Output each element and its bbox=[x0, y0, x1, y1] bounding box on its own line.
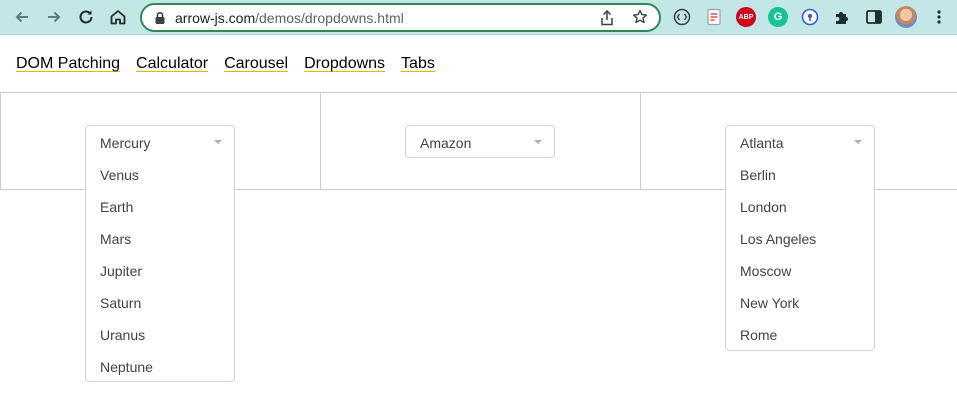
extension-password-icon[interactable] bbox=[800, 7, 820, 27]
demo-nav: DOM Patching Calculator Carousel Dropdow… bbox=[16, 55, 451, 77]
extension-code-icon[interactable] bbox=[672, 7, 692, 27]
reload-icon bbox=[79, 10, 93, 24]
back-button[interactable] bbox=[11, 6, 33, 28]
dropdown-option[interactable]: Rome bbox=[726, 318, 874, 350]
forward-button[interactable] bbox=[43, 6, 65, 28]
dropdown-option[interactable]: New York bbox=[726, 286, 874, 318]
adblock-icon[interactable]: ABP bbox=[736, 7, 756, 27]
lock-icon bbox=[154, 11, 166, 30]
address-bar[interactable]: arrow-js.com/demos/dropdowns.html bbox=[140, 3, 661, 32]
home-button[interactable] bbox=[107, 6, 129, 28]
dropdown-option[interactable]: Neptune bbox=[86, 350, 234, 382]
reload-button[interactable] bbox=[75, 6, 97, 28]
cities-dropdown[interactable]: Atlanta Berlin London Los Angeles Moscow… bbox=[725, 125, 875, 351]
share-icon[interactable] bbox=[600, 9, 614, 31]
chevron-down-icon bbox=[534, 140, 542, 144]
home-icon bbox=[110, 10, 126, 25]
back-arrow-icon bbox=[15, 11, 28, 23]
nav-link-dom-patching[interactable]: DOM Patching bbox=[16, 55, 120, 77]
bookmark-star-icon[interactable] bbox=[632, 9, 648, 30]
dropdown-option[interactable]: London bbox=[726, 190, 874, 222]
dropdown-option[interactable]: Saturn bbox=[86, 286, 234, 318]
dropdown-option[interactable]: Earth bbox=[86, 190, 234, 222]
nav-link-dropdowns[interactable]: Dropdowns bbox=[304, 55, 385, 77]
more-menu-icon[interactable] bbox=[929, 7, 949, 27]
dropdown-option[interactable]: Berlin bbox=[726, 158, 874, 190]
side-panel-icon[interactable] bbox=[864, 7, 884, 27]
cities-dropdown-selected[interactable]: Atlanta bbox=[726, 126, 874, 158]
url-text[interactable]: arrow-js.com/demos/dropdowns.html bbox=[175, 10, 404, 26]
dropdown-option[interactable]: Uranus bbox=[86, 318, 234, 350]
dropdown-option[interactable]: Venus bbox=[86, 158, 234, 190]
stores-dropdown-selected[interactable]: Amazon bbox=[406, 126, 554, 158]
nav-link-calculator[interactable]: Calculator bbox=[136, 55, 208, 77]
grid-divider-1 bbox=[320, 92, 321, 190]
forward-arrow-icon bbox=[48, 11, 61, 23]
profile-avatar[interactable] bbox=[895, 6, 917, 28]
grid-top-border bbox=[0, 92, 957, 93]
dropdown-option[interactable]: Moscow bbox=[726, 254, 874, 286]
extension-notes-icon[interactable] bbox=[704, 7, 724, 27]
dropdown-option[interactable]: Mars bbox=[86, 222, 234, 254]
chevron-down-icon bbox=[214, 140, 222, 144]
grid-divider-2 bbox=[640, 92, 641, 190]
nav-link-carousel[interactable]: Carousel bbox=[224, 55, 288, 77]
stores-dropdown[interactable]: Amazon bbox=[405, 125, 555, 158]
grammarly-icon[interactable]: G bbox=[768, 7, 788, 27]
extensions-puzzle-icon[interactable] bbox=[832, 7, 852, 27]
dropdown-option[interactable]: Jupiter bbox=[86, 254, 234, 286]
browser-toolbar: arrow-js.com/demos/dropdowns.html ABP G bbox=[0, 0, 957, 35]
nav-link-tabs[interactable]: Tabs bbox=[401, 55, 435, 77]
grid-left-border bbox=[0, 92, 1, 190]
dropdown-option[interactable]: Los Angeles bbox=[726, 222, 874, 254]
planets-dropdown[interactable]: Mercury Venus Earth Mars Jupiter Saturn … bbox=[85, 125, 235, 382]
planets-dropdown-selected[interactable]: Mercury bbox=[86, 126, 234, 158]
chevron-down-icon bbox=[854, 140, 862, 144]
